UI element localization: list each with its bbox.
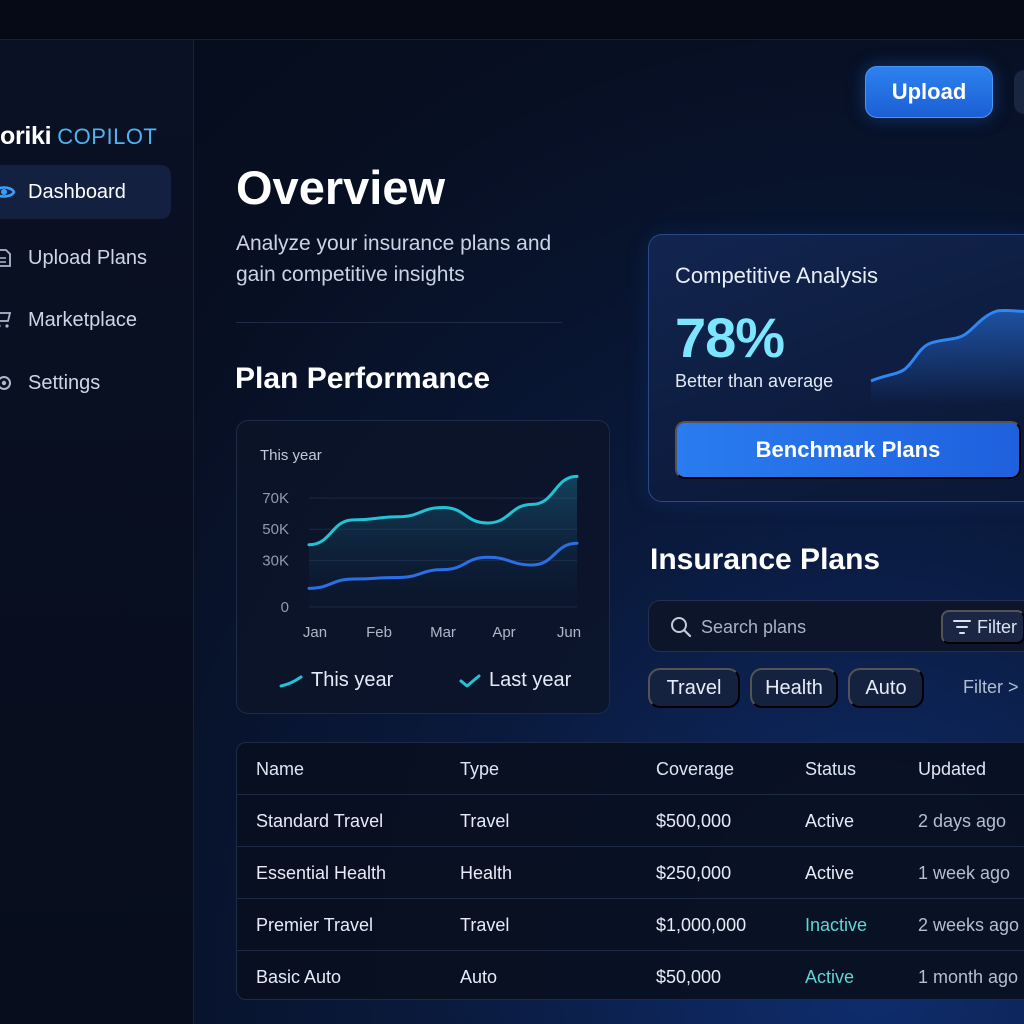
plan-updated: 1 month ago: [918, 966, 1019, 987]
divider: [236, 322, 562, 323]
plan-type: Travel: [460, 810, 510, 831]
competitive-analysis-card: Competitive Analysis 78% Better than ave…: [648, 234, 1024, 502]
legend-item-this-year: This year: [279, 669, 393, 692]
table-header: Name Type Coverage Status Updated: [237, 743, 1024, 795]
y-tick-label: 0: [281, 599, 289, 616]
filter-icon: [953, 620, 971, 634]
sidebar-item-label: Upload Plans: [28, 246, 147, 269]
y-tick-label: 50K: [262, 521, 289, 538]
brand-name: oriki: [0, 122, 52, 150]
column-header[interactable]: Coverage: [656, 743, 734, 795]
series-area-this-year: [309, 476, 577, 607]
dashboard-icon: [0, 180, 20, 204]
plan-performance-heading: Plan Performance: [235, 362, 491, 395]
sidebar-item-marketplace[interactable]: Marketplace: [0, 293, 171, 347]
plan-coverage: $500,000: [656, 810, 732, 831]
plan-performance-chart: This year 0 30K 50K 70K Jan Feb Mar Apr Jun This …: [236, 420, 610, 714]
profile-button[interactable]: [1014, 70, 1024, 114]
chip-health[interactable]: Health: [750, 668, 838, 708]
brand-suffix: COPILOT: [57, 124, 158, 149]
column-header[interactable]: Name: [256, 743, 304, 795]
sidebar-item-settings[interactable]: Settings: [0, 356, 171, 410]
insurance-plans-heading: Insurance Plans: [650, 543, 881, 576]
y-tick-label: 70K: [262, 490, 289, 507]
chip-auto[interactable]: Auto: [848, 668, 924, 708]
plan-type: Travel: [460, 914, 510, 935]
legend-item-last-year: Last year: [459, 669, 571, 692]
line-chart: This year 0 30K 50K 70K Jan Feb Mar Apr Jun: [260, 447, 581, 641]
plan-updated: 1 week ago: [918, 862, 1011, 883]
sidebar-item-label: Settings: [28, 371, 101, 394]
plan-name: Standard Travel: [256, 810, 384, 831]
page-subtitle: Analyze your insurance plans and gain co…: [236, 232, 552, 286]
upload-button[interactable]: Upload: [865, 66, 993, 118]
filter-label: Filter: [977, 616, 1017, 637]
plan-coverage: $250,000: [656, 862, 732, 883]
trend-sparkline: [870, 308, 1024, 405]
sidebar: oriki COPILOT Dashboard Upload Plans Mark…: [0, 40, 194, 1024]
column-header[interactable]: Status: [805, 743, 856, 795]
column-header[interactable]: Type: [460, 743, 499, 795]
plan-status: Inactive: [805, 914, 868, 935]
plan-status: Active: [805, 966, 855, 987]
upload-plans-icon: [0, 246, 20, 270]
x-tick-label: Apr: [492, 624, 515, 641]
marketplace-icon: [0, 308, 20, 332]
sidebar-item-dashboard[interactable]: Dashboard: [0, 165, 171, 219]
chip-travel[interactable]: Travel: [648, 668, 740, 708]
plan-coverage: $1,000,000: [656, 914, 747, 935]
sidebar-item-label: Marketplace: [28, 308, 137, 331]
y-tick-label: 30K: [262, 552, 289, 569]
table-row[interactable]: Essential Health Health $250,000 Active …: [237, 847, 1024, 899]
settings-icon: [0, 371, 20, 395]
search-icon: [669, 615, 693, 644]
x-tick-label: Mar: [430, 624, 456, 641]
plan-updated: 2 weeks ago: [918, 914, 1020, 935]
table-row[interactable]: Basic Auto Auto $50,000 Active 1 month a…: [237, 951, 1024, 999]
top-bar: [0, 0, 1024, 40]
x-tick-label: Jun: [557, 624, 581, 641]
plan-name: Basic Auto: [256, 966, 342, 987]
page-title: Overview: [236, 161, 446, 214]
plan-name: Essential Health: [256, 862, 387, 883]
brand-logo: oriki COPILOT: [0, 122, 157, 151]
x-tick-label: Feb: [366, 624, 392, 641]
sidebar-item-label: Dashboard: [28, 180, 126, 203]
chart-subtitle: This year: [260, 447, 322, 464]
table-row[interactable]: Standard Travel Travel $500,000 Active 2…: [237, 795, 1024, 847]
plan-coverage: $50,000: [656, 966, 722, 987]
plan-type: Auto: [460, 966, 498, 987]
search-input[interactable]: [701, 613, 931, 641]
column-header[interactable]: Updated: [918, 743, 986, 795]
legend-label: Last year: [489, 669, 572, 691]
sidebar-item-upload-plans[interactable]: Upload Plans: [0, 231, 171, 285]
filter-link[interactable]: Filter >: [963, 677, 1019, 698]
plan-type: Health: [460, 862, 513, 883]
plan-status: Active: [805, 862, 855, 883]
plan-status: Active: [805, 810, 855, 831]
plan-updated: 2 days ago: [918, 810, 1007, 831]
search-bar: Filter: [648, 600, 1024, 652]
benchmark-plans-button[interactable]: Benchmark Plans: [675, 421, 1021, 479]
plan-name: Premier Travel: [256, 914, 374, 935]
insurance-plans-table: Name Type Coverage Status Updated Standa…: [236, 742, 1024, 1000]
legend-label: This year: [311, 669, 394, 691]
table-row[interactable]: Premier Travel Travel $1,000,000 Inactiv…: [237, 899, 1024, 951]
x-tick-label: Jan: [303, 624, 327, 641]
filter-button[interactable]: Filter: [941, 610, 1024, 644]
